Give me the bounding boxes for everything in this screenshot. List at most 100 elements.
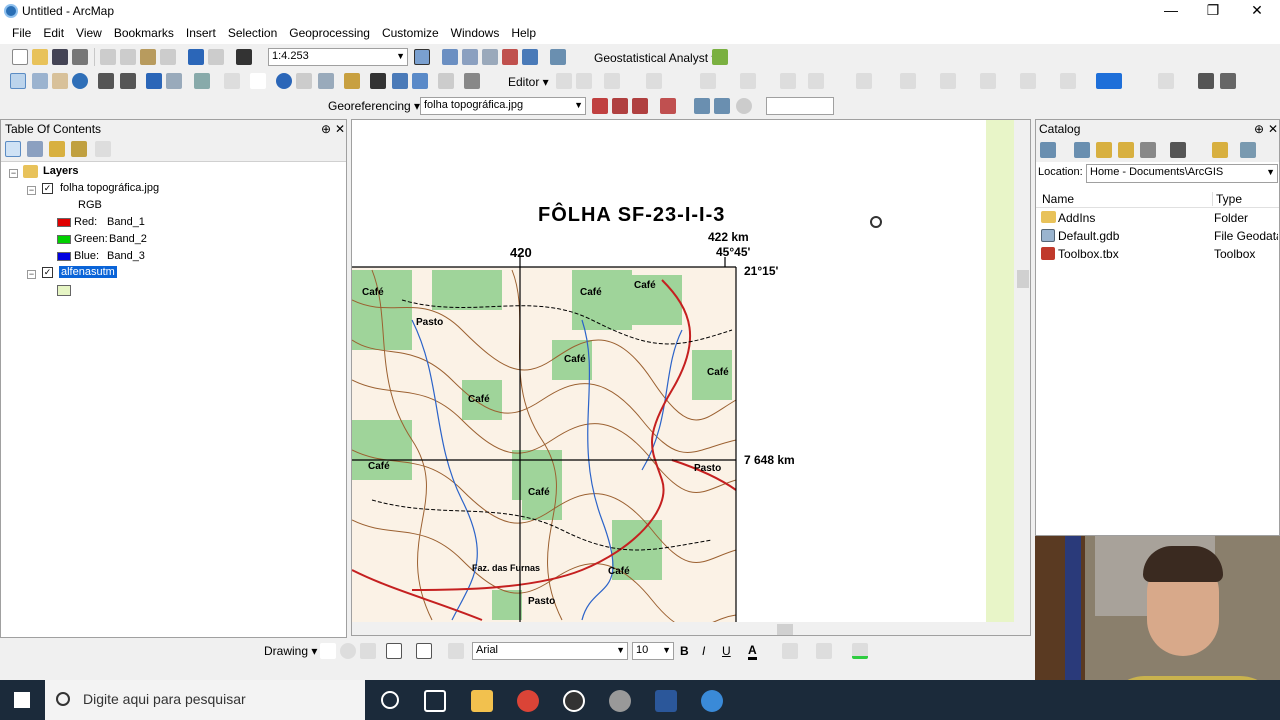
word-icon[interactable]: [655, 690, 677, 712]
layout-pan-icon[interactable]: [940, 73, 956, 89]
rotate-element-icon[interactable]: [340, 643, 356, 659]
edit-tool-icon[interactable]: [556, 73, 572, 89]
layout-zoom-100-icon[interactable]: [1020, 73, 1036, 89]
underline-button[interactable]: U: [722, 644, 731, 658]
font-combo[interactable]: Arial ▼: [472, 642, 628, 660]
construction-tools-icon[interactable]: [646, 73, 662, 89]
list-by-selection-icon[interactable]: [71, 141, 87, 157]
views-icon[interactable]: [1170, 142, 1186, 158]
change-layout-icon[interactable]: [1220, 73, 1236, 89]
menu-geoprocessing[interactable]: Geoprocessing: [283, 26, 376, 40]
line-color-icon[interactable]: [816, 643, 832, 659]
collapse-raster-icon[interactable]: −: [27, 186, 36, 195]
cut-icon[interactable]: [100, 49, 116, 65]
attributes-icon[interactable]: [808, 73, 824, 89]
map-display[interactable]: FÔLHA SF-23-I-I-3 420 422 km 45°45' 21°1…: [351, 119, 1031, 636]
find-route-icon[interactable]: [392, 73, 408, 89]
search-window-icon[interactable]: [482, 49, 498, 65]
split-icon[interactable]: [740, 73, 756, 89]
fill-color-icon[interactable]: [782, 643, 798, 659]
menu-insert[interactable]: Insert: [180, 26, 222, 40]
html-popup-icon[interactable]: [318, 73, 334, 89]
restore-button[interactable]: ❐: [1192, 0, 1234, 22]
back-extent-icon[interactable]: [146, 73, 162, 89]
edit-vertices-icon[interactable]: [448, 643, 464, 659]
zoom-to-elements-icon[interactable]: [360, 643, 376, 659]
cortana-icon[interactable]: [381, 691, 399, 709]
full-extent-icon[interactable]: [72, 73, 88, 89]
zoom-out-icon[interactable]: [32, 73, 48, 89]
list-by-visibility-icon[interactable]: [49, 141, 65, 157]
paste-icon[interactable]: [140, 49, 156, 65]
menu-edit[interactable]: Edit: [37, 26, 70, 40]
list-by-source-icon[interactable]: [27, 141, 43, 157]
catalog-tree-icon[interactable]: [1240, 142, 1256, 158]
menu-help[interactable]: Help: [505, 26, 542, 40]
file-explorer-icon[interactable]: [471, 690, 493, 712]
toc-window-icon[interactable]: [442, 49, 458, 65]
vector-symbol-swatch[interactable]: [57, 285, 71, 296]
editor-toolbar-icon[interactable]: [414, 49, 430, 65]
raster-visibility-checkbox[interactable]: ✓: [42, 183, 53, 194]
hyperlink-icon[interactable]: [296, 73, 312, 89]
geostatistical-analyst-menu[interactable]: Geostatistical Analyst ▾: [594, 51, 717, 65]
menu-selection[interactable]: Selection: [222, 26, 283, 40]
vector-layer-name[interactable]: alfenasutm: [59, 266, 117, 278]
close-button[interactable]: ✕: [1236, 0, 1278, 22]
font-color-button[interactable]: A: [748, 643, 757, 660]
menu-bookmarks[interactable]: Bookmarks: [108, 26, 180, 40]
menu-windows[interactable]: Windows: [445, 26, 506, 40]
refresh-icon[interactable]: [736, 98, 752, 114]
redo-icon[interactable]: [208, 49, 224, 65]
collapse-vector-icon[interactable]: −: [27, 270, 36, 279]
layout-zoom-in-icon[interactable]: [900, 73, 916, 89]
pan-icon[interactable]: [52, 73, 68, 89]
zoom-in-icon[interactable]: [10, 73, 26, 89]
app-icon[interactable]: [609, 690, 631, 712]
open-icon[interactable]: [32, 49, 48, 65]
save-icon[interactable]: [52, 49, 68, 65]
print-icon[interactable]: [72, 49, 88, 65]
name-column-header[interactable]: Name: [1042, 192, 1074, 206]
rotate-icon[interactable]: [780, 73, 796, 89]
edit-annotation-icon[interactable]: [576, 73, 592, 89]
undo-icon[interactable]: [188, 49, 204, 65]
collapse-layers-icon[interactable]: −: [9, 169, 18, 178]
fixed-zoom-in-icon[interactable]: [98, 73, 114, 89]
arctoolbox-icon[interactable]: [502, 49, 518, 65]
select-elements-icon[interactable]: [320, 643, 336, 659]
map-scale-combo[interactable]: 1:4.253 ▼: [268, 48, 408, 66]
taskbar-search[interactable]: Digite aqui para pesquisar: [45, 680, 365, 720]
delete-icon[interactable]: [160, 49, 176, 65]
bold-button[interactable]: B: [680, 644, 689, 658]
toc-close-icon[interactable]: ✕: [335, 122, 345, 136]
georeference-layer-combo[interactable]: folha topográfica.jpg ▼: [420, 97, 586, 115]
forward-icon[interactable]: [1074, 142, 1090, 158]
fixed-zoom-out-icon[interactable]: [120, 73, 136, 89]
model-builder-icon[interactable]: [550, 49, 566, 65]
add-data-icon[interactable]: [236, 49, 252, 65]
menu-view[interactable]: View: [70, 26, 108, 40]
list-item[interactable]: Default.gdb File Geodata: [1036, 228, 1279, 246]
scale-raster-icon[interactable]: [632, 98, 648, 114]
up-folder-icon[interactable]: [1096, 142, 1112, 158]
measure-icon[interactable]: [344, 73, 360, 89]
obs-icon[interactable]: [563, 690, 585, 712]
drawing-menu[interactable]: Drawing ▾: [264, 644, 317, 658]
catalog-pin-icon[interactable]: ⊕: [1254, 122, 1264, 136]
new-folder-icon[interactable]: [1212, 142, 1228, 158]
italic-button[interactable]: I: [702, 644, 705, 658]
chrome-icon[interactable]: [517, 690, 539, 712]
task-view-icon[interactable]: [424, 690, 446, 712]
list-item[interactable]: AddIns Folder: [1036, 210, 1279, 228]
find-icon[interactable]: [370, 73, 386, 89]
view-toggle[interactable]: [352, 624, 412, 636]
layout-back-icon[interactable]: [1060, 73, 1076, 89]
viewer-window-icon[interactable]: [464, 73, 480, 89]
georef-input-field[interactable]: [766, 97, 834, 115]
layers-label[interactable]: Layers: [43, 165, 78, 177]
reshape-icon[interactable]: [700, 73, 716, 89]
auto-registration-icon[interactable]: [714, 98, 730, 114]
menu-file[interactable]: File: [6, 26, 37, 40]
rectangle-icon[interactable]: [386, 643, 402, 659]
